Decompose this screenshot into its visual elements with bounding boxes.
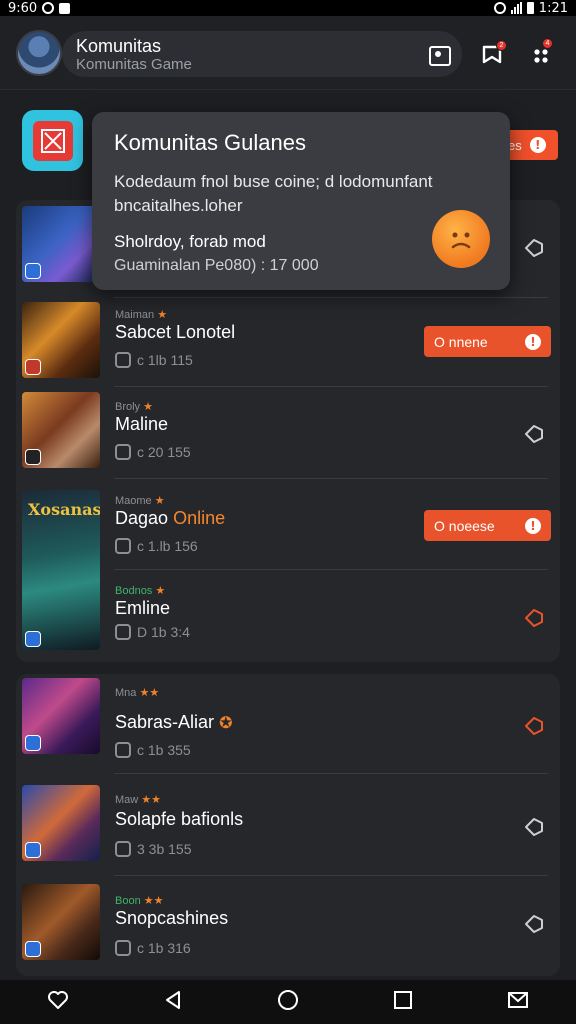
status-time-right: 1:21: [538, 0, 568, 16]
row-divider: [114, 773, 548, 774]
platform-badge: [25, 359, 41, 375]
game-name: Dagao Online: [115, 508, 226, 528]
tag-icon[interactable]: [522, 236, 546, 260]
game-thumbnail: [22, 206, 100, 282]
popup-stats: Guaminalan Pe080) : 17 000: [114, 257, 319, 274]
popup-body: Kodedaum fnol buse coine; d lodomunfant …: [114, 172, 433, 215]
thumbnail-title: Xosanas: [28, 500, 100, 519]
genre-label: Maiman ★: [115, 309, 168, 321]
page-subtitle: Komunitas Game: [76, 56, 192, 73]
game-meta: c 1b 355: [115, 742, 191, 758]
players-icon: [115, 940, 131, 956]
game-thumbnail: [22, 678, 100, 754]
online-button-label: O nnene: [434, 333, 488, 350]
game-name: Snopcashines: [115, 908, 229, 928]
online-button[interactable]: O noeese!: [424, 510, 551, 541]
row-divider: [114, 386, 548, 387]
info-icon: !: [525, 333, 541, 350]
list-item[interactable]: Xosanas Maome ★ Dagao Online c 1.lb 156 …: [0, 488, 576, 650]
tag-icon[interactable]: [522, 815, 546, 839]
page-title: Komunitas: [76, 36, 162, 56]
genre-label: Broly ★: [115, 401, 153, 413]
genre-label: Boon ★★: [115, 895, 164, 907]
tag-icon[interactable]: [522, 422, 546, 446]
status-time-left: 9:60: [8, 0, 38, 16]
players-icon: [115, 538, 131, 554]
emoji-icon[interactable]: [432, 210, 490, 268]
more-icon[interactable]: 4: [528, 38, 554, 68]
list-item[interactable]: Bodnos ★ Emline D 1b 3:4: [0, 578, 576, 670]
camera-icon[interactable]: [426, 42, 452, 68]
platform-badge: [25, 449, 41, 465]
notification-badge: 2: [496, 40, 507, 51]
game-name: Sabcet Lonotel: [115, 322, 236, 342]
game-thumbnail: [22, 785, 100, 861]
game-meta: c 1b 316: [115, 940, 191, 956]
platform-badge: [25, 842, 41, 858]
players-icon: [115, 444, 131, 460]
community-popup[interactable]: Komunitas Gulanes Kodedaum fnol buse coi…: [92, 112, 510, 290]
list-item[interactable]: Maiman ★ Sabcet Lonotel c 1lb 115 O nnen…: [0, 300, 576, 392]
row-divider: [114, 297, 548, 298]
platform-badge: [25, 941, 41, 957]
game-name: Emline: [115, 598, 171, 618]
top-action-label: es: [508, 137, 522, 153]
list-item[interactable]: Boon ★★ Snopcashines c 1b 316: [0, 882, 576, 974]
game-meta: c 20 155: [115, 444, 191, 460]
online-button-label: O noeese: [434, 517, 495, 534]
heart-icon[interactable]: [46, 988, 70, 1017]
signal-icon: [510, 2, 522, 14]
tag-icon[interactable]: [522, 606, 546, 630]
battery-icon: [526, 2, 534, 14]
tag-icon[interactable]: [522, 912, 546, 936]
game-meta: c 1lb 115: [115, 352, 193, 368]
badge-icon: ✪: [219, 715, 233, 732]
app-header: Komunitas Komunitas Game 2 4: [0, 16, 576, 90]
game-thumbnail: [22, 884, 100, 960]
players-icon: [115, 841, 131, 857]
platform-badge: [25, 263, 41, 279]
row-divider: [114, 875, 548, 876]
game-app-icon[interactable]: [22, 110, 83, 171]
game-meta: c 1.lb 156: [115, 538, 198, 554]
game-name: Solapfe bafionls: [115, 809, 244, 829]
more-badge: 4: [542, 38, 553, 49]
home-icon[interactable]: [276, 988, 300, 1017]
genre-label: Bodnos ★: [115, 585, 166, 597]
back-icon[interactable]: [161, 988, 185, 1017]
app-notification-icon: [59, 2, 71, 14]
players-icon: [115, 742, 131, 758]
alarm-icon: [493, 2, 506, 14]
genre-label: Mna ★★: [115, 687, 160, 699]
avatar[interactable]: [16, 30, 62, 76]
info-icon: !: [525, 517, 541, 534]
game-name: Sabras-Aliar ✪: [115, 712, 233, 732]
genre-label: Maome ★: [115, 495, 165, 507]
row-divider: [114, 478, 548, 479]
info-icon: !: [529, 137, 546, 153]
recents-icon[interactable]: [391, 988, 415, 1017]
row-divider: [114, 569, 548, 570]
list-item[interactable]: Maw ★★ Solapfe bafionls 3 3b 155: [0, 783, 576, 875]
game-meta: D 1b 3:4: [115, 624, 190, 640]
online-button[interactable]: O nnene!: [424, 326, 551, 357]
list-item[interactable]: Mna ★★ Sabras-Aliar ✪ c 1b 355: [0, 676, 576, 768]
game-thumbnail: [22, 392, 100, 468]
players-icon: [115, 624, 131, 640]
game-meta: 3 3b 155: [115, 841, 192, 857]
notification-icon[interactable]: 2: [480, 40, 507, 68]
sync-icon: [42, 2, 55, 14]
system-nav-bar: [0, 980, 576, 1024]
popup-title: Komunitas Gulanes: [114, 130, 306, 155]
list-item[interactable]: Broly ★ Maline c 20 155: [0, 390, 576, 482]
popup-detail: Sholrdoy, forab mod: [114, 232, 266, 251]
tag-icon[interactable]: [522, 714, 546, 738]
platform-badge: [25, 735, 41, 751]
players-icon: [115, 352, 131, 368]
game-name: Maline: [115, 414, 169, 434]
status-bar: 9:60 1:21: [0, 0, 576, 16]
mail-icon[interactable]: [506, 988, 530, 1017]
genre-label: Maw ★★: [115, 794, 162, 806]
game-thumbnail: [22, 302, 100, 378]
